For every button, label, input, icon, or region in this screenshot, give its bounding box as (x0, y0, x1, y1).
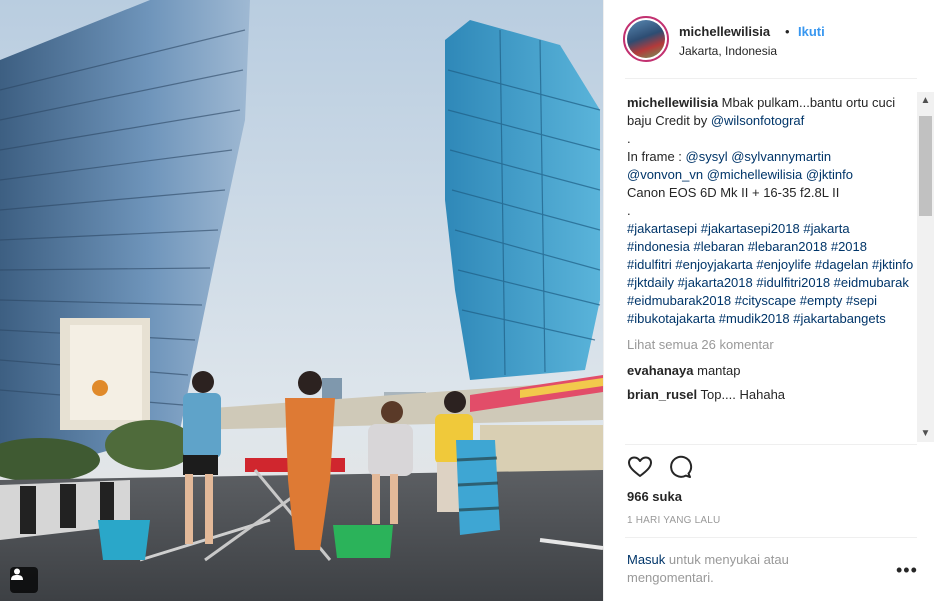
caption-dot-1: . (627, 131, 631, 146)
login-prompt: Masuk untuk menyukai atau mengomentari. (627, 551, 867, 587)
login-divider (625, 537, 917, 538)
comment-icon (670, 455, 693, 478)
user-tag-icon (11, 568, 23, 580)
follow-button[interactable]: Ikuti (798, 24, 825, 39)
scroll-down-arrow-icon[interactable]: ▼ (917, 425, 934, 442)
separator-dot: • (785, 24, 790, 39)
heart-icon (628, 456, 652, 477)
caption-username[interactable]: michellewilisia (627, 95, 718, 110)
user-tag-button[interactable] (10, 567, 38, 593)
header-divider (625, 78, 917, 79)
comment-text: mantap (697, 363, 741, 378)
post-header: michellewilisia • Ikuti Jakarta, Indones… (623, 16, 918, 76)
comment-username[interactable]: brian_rusel (627, 387, 697, 402)
comment-username[interactable]: evahanaya (627, 363, 694, 378)
avatar-image (627, 20, 665, 58)
street-scene-image (0, 0, 603, 601)
comments-divider (625, 444, 917, 445)
comment-text: Top.... Hahaha (700, 387, 786, 402)
scrollbar-thumb[interactable] (919, 116, 932, 216)
comments-area: michellewilisia Mbak pulkam...bantu ortu… (627, 94, 915, 444)
caption-dot-2: . (627, 203, 631, 218)
comment-row: brian_rusel Top.... Hahaha (627, 386, 915, 404)
caption-mention-credit[interactable]: @wilsonfotograf (711, 113, 804, 128)
caption-inframe: In frame : @sysyl @sylvannymartin (627, 148, 915, 166)
inframe-mentions-2[interactable]: @vonvon_vn @michellewilisia @jktinfo (627, 166, 915, 184)
comment-row: evahanaya mantap (627, 362, 915, 380)
scroll-up-arrow-icon[interactable]: ▲ (917, 92, 934, 109)
login-link[interactable]: Masuk (627, 552, 665, 567)
like-button[interactable] (627, 454, 653, 480)
caption: michellewilisia Mbak pulkam...bantu ortu… (627, 94, 915, 130)
comment-button[interactable] (667, 454, 693, 480)
inframe-label: In frame : (627, 149, 686, 164)
view-all-comments-link[interactable]: Lihat semua 26 komentar (627, 336, 915, 354)
post-timestamp[interactable]: 1 HARI YANG LALU (627, 515, 720, 526)
more-options-button[interactable]: ••• (896, 561, 918, 579)
inframe-mentions-1[interactable]: @sysyl @sylvannymartin (686, 149, 832, 164)
like-count[interactable]: 966 suka (627, 489, 682, 504)
post-location[interactable]: Jakarta, Indonesia (679, 44, 777, 58)
caption-camera: Canon EOS 6D Mk II + 16-35 f2.8L II (627, 185, 840, 200)
post-photo[interactable] (0, 0, 603, 601)
caption-hashtags[interactable]: #jakartasepi #jakartasepi2018 #jakarta #… (627, 220, 915, 328)
avatar[interactable] (623, 16, 669, 62)
comments-scrollbar[interactable]: ▲ ▼ (917, 92, 934, 442)
post-username[interactable]: michellewilisia (679, 24, 770, 39)
